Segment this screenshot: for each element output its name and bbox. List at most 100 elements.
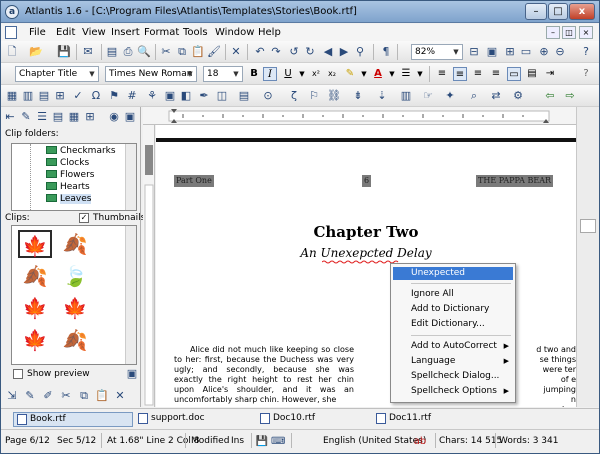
clip-pin-icon[interactable]: ✎: [19, 110, 33, 124]
clip-icon[interactable]: ◧: [179, 89, 193, 103]
delete-clip-icon[interactable]: ✕: [113, 389, 127, 403]
clip-folders-tree[interactable]: Checkmarks Clocks Flowers Hearts Leaves: [11, 143, 137, 211]
underline-dropdown-icon[interactable]: ▼: [295, 67, 309, 81]
styles-icon[interactable]: ✦: [443, 89, 457, 103]
paste-clip-icon[interactable]: 📋: [95, 389, 109, 403]
menu-file[interactable]: File: [29, 27, 46, 38]
back-icon[interactable]: ⇤: [3, 110, 17, 124]
suggestion-unexpected[interactable]: Unexpected: [393, 267, 513, 280]
highlight-icon[interactable]: ✎: [343, 67, 357, 81]
menu-insert[interactable]: Insert: [111, 27, 140, 38]
help-icon[interactable]: ?: [579, 45, 593, 59]
document-map-icon[interactable]: ▦: [5, 89, 19, 103]
open-folder-icon[interactable]: 📂: [29, 45, 43, 59]
superscript-button[interactable]: x²: [309, 67, 323, 81]
header-footer-icon[interactable]: ▤: [237, 89, 251, 103]
tree-item-leaves[interactable]: Leaves: [46, 194, 92, 205]
zoom-out-icon[interactable]: ⊖: [553, 45, 567, 59]
zoom-page-icon[interactable]: ▣: [485, 45, 499, 59]
redo-list-icon[interactable]: ↻: [303, 45, 317, 59]
save-icon[interactable]: 💾: [57, 45, 71, 59]
autumn-leaf-clip[interactable]: 🍂: [58, 326, 92, 354]
horizontal-ruler[interactable]: [143, 107, 599, 125]
maximize-button[interactable]: □: [548, 3, 568, 20]
green-leaf-clip[interactable]: 🍃: [58, 262, 92, 290]
tab-book-rtf[interactable]: Book.rtf: [13, 412, 133, 427]
columns-icon[interactable]: ▥: [399, 89, 413, 103]
hyperlink-icon[interactable]: ⛓: [327, 89, 341, 103]
autocorrect-icon[interactable]: Ω: [89, 89, 103, 103]
outline-icon[interactable]: ▤: [37, 89, 51, 103]
chevron-down-icon[interactable]: ▼: [185, 67, 195, 81]
red-leaf-clip[interactable]: 🍁: [18, 326, 52, 354]
brown-leaf-clip[interactable]: 🍁: [18, 294, 52, 322]
edit-dictionary-item[interactable]: Edit Dictionary...: [393, 318, 513, 331]
cut-icon[interactable]: ✂: [159, 45, 173, 59]
indent-icon[interactable]: ⇥: [543, 67, 557, 81]
minimize-button[interactable]: –: [525, 3, 547, 20]
pin-icon[interactable]: ✒: [197, 89, 211, 103]
document-icon[interactable]: [5, 26, 17, 39]
undo-icon[interactable]: ↶: [253, 45, 267, 59]
spellcheck-status-icon[interactable]: ab: [413, 435, 427, 449]
date-time-icon[interactable]: ⊙: [261, 89, 275, 103]
zoom-select[interactable]: 82% ▼: [411, 44, 463, 60]
find-icon[interactable]: ⌕: [467, 89, 481, 103]
subscript-button[interactable]: x₂: [325, 67, 339, 81]
body-paragraph-left[interactable]: Alice did not much like keeping so close…: [174, 345, 354, 405]
chevron-down-icon[interactable]: ▼: [87, 67, 97, 81]
chevron-down-icon[interactable]: ▼: [451, 45, 461, 59]
rename-clip-icon[interactable]: ✐: [41, 389, 55, 403]
tree-item-checkmarks[interactable]: Checkmarks: [46, 146, 116, 157]
tab-doc10-rtf[interactable]: Doc10.rtf: [257, 412, 367, 427]
tree-item-flowers[interactable]: Flowers: [46, 170, 94, 181]
leaf-clip[interactable]: 🍂: [58, 230, 92, 258]
right-arrow-icon[interactable]: ▶: [337, 45, 351, 59]
add-to-dictionary-item[interactable]: Add to Dictionary: [393, 303, 513, 316]
maple-leaf-clip[interactable]: 🍁: [18, 230, 52, 258]
word-count-icon[interactable]: #: [125, 89, 139, 103]
page-break-icon[interactable]: ⇟: [351, 89, 365, 103]
menu-tools[interactable]: Tools: [183, 27, 208, 38]
field-icon[interactable]: ζ: [287, 89, 301, 103]
picture-icon[interactable]: ▣: [163, 89, 177, 103]
language-item[interactable]: Language ▶: [393, 355, 513, 368]
tab-doc11-rtf[interactable]: Doc11.rtf: [373, 412, 483, 427]
list-view-icon[interactable]: ☰: [35, 110, 49, 124]
line-spacing-double-icon[interactable]: ▤: [525, 67, 539, 81]
menu-edit[interactable]: Edit: [56, 27, 75, 38]
tree-scrollbar[interactable]: [125, 144, 136, 210]
copy-icon[interactable]: ⧉: [175, 45, 189, 59]
chapter-title[interactable]: Chapter Two: [156, 223, 576, 241]
hand-tool-icon[interactable]: ☞: [421, 89, 435, 103]
app-logo-icon[interactable]: a: [5, 5, 19, 19]
italic-button[interactable]: I: [263, 67, 277, 81]
email-icon[interactable]: ✉: [81, 45, 95, 59]
menu-window[interactable]: Window: [215, 27, 254, 38]
section-break-icon[interactable]: ⇣: [375, 89, 389, 103]
clips-scrollbar[interactable]: [125, 226, 136, 364]
spellcheck-icon[interactable]: ✓: [71, 89, 85, 103]
redo-icon[interactable]: ↷: [269, 45, 283, 59]
page-width-icon[interactable]: ▭: [519, 45, 533, 59]
table-icon[interactable]: ⊞: [53, 89, 67, 103]
status-page[interactable]: Page 6/12: [5, 434, 50, 448]
yellow-leaf-clip[interactable]: 🍁: [58, 294, 92, 322]
preview-icon[interactable]: ▣: [125, 367, 139, 381]
font-color-dropdown-icon[interactable]: ▼: [385, 67, 399, 81]
zoom-fit-icon[interactable]: ⊟: [467, 45, 481, 59]
align-center-icon[interactable]: ≡: [453, 67, 467, 81]
symbol-icon[interactable]: ⚘: [145, 89, 159, 103]
justify-icon[interactable]: ≡: [489, 67, 503, 81]
language-icon[interactable]: ⚑: [107, 89, 121, 103]
bold-button[interactable]: B: [247, 67, 261, 81]
title-bar[interactable]: a Atlantis 1.6 - [C:\Program Files\Atlan…: [1, 1, 599, 23]
clip-gallery-icon[interactable]: ◉: [107, 110, 121, 124]
highlight-dropdown-icon[interactable]: ▼: [357, 67, 371, 81]
details-view-icon[interactable]: ▤: [51, 110, 65, 124]
spellcheck-options-item[interactable]: Spellcheck Options ▶: [393, 385, 513, 398]
tree-item-hearts[interactable]: Hearts: [46, 182, 90, 193]
new-document-icon[interactable]: 🗋: [5, 45, 19, 59]
left-arrow-icon[interactable]: ◀: [321, 45, 335, 59]
font-select[interactable]: Times New Roman ▼: [105, 66, 197, 82]
